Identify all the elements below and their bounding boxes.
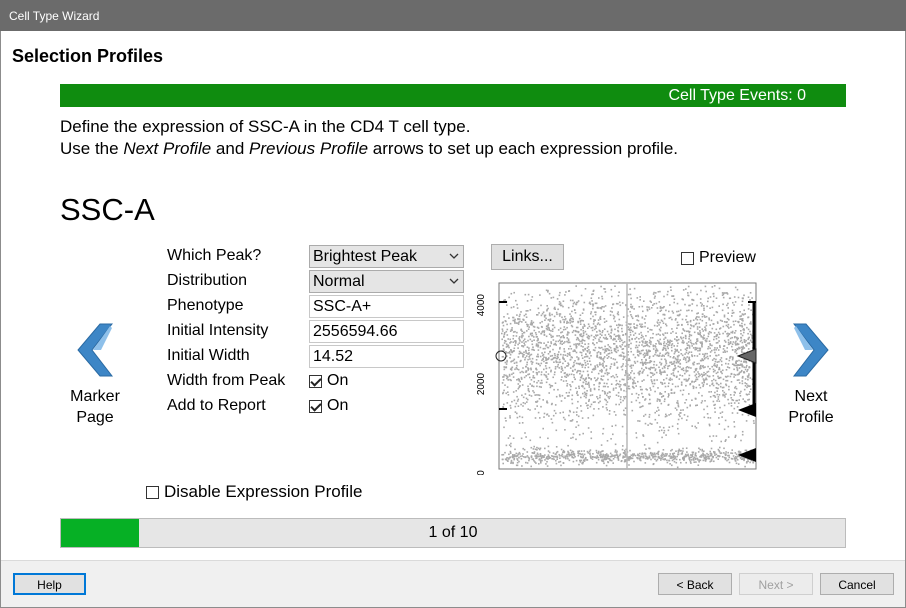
which-peak-select[interactable]: Brightest Peak: [309, 245, 464, 268]
disable-expression-profile-checkbox[interactable]: Disable Expression Profile: [146, 482, 362, 502]
instruction-previous-profile: Previous Profile: [249, 139, 369, 158]
chevron-down-icon: [449, 278, 459, 284]
checkbox-checked-icon: [309, 399, 322, 413]
marker-page-label-line1: Marker: [70, 388, 120, 405]
initial-intensity-label: Initial Intensity: [167, 322, 269, 339]
cell-type-events-label: Cell Type Events: 0: [668, 87, 806, 104]
chevron-down-icon: [449, 253, 459, 259]
disable-expression-profile-label: Disable Expression Profile: [164, 482, 363, 501]
title-bar: Cell Type Wizard: [0, 0, 906, 31]
next-button[interactable]: Next >: [739, 573, 813, 595]
cell-type-events-bar: Cell Type Events: 0: [60, 84, 846, 107]
profile-progress-bar: 1 of 10: [60, 518, 846, 548]
add-to-report-value: On: [327, 397, 349, 414]
parameter-title: SSC-A: [60, 192, 155, 227]
preview-checkbox[interactable]: Preview: [681, 249, 756, 267]
section-title: Selection Profiles: [12, 46, 164, 66]
instruction-text: Use the: [60, 139, 124, 158]
initial-width-label: Initial Width: [167, 347, 250, 364]
phenotype-input[interactable]: SSC-A+: [309, 295, 464, 318]
distribution-value: Normal: [313, 273, 365, 290]
next-profile-label-line1: Next: [794, 388, 828, 405]
cancel-button[interactable]: Cancel: [820, 573, 894, 595]
previous-arrow-icon[interactable]: [74, 322, 118, 378]
window-title: Cell Type Wizard: [9, 9, 100, 23]
wizard-footer: Help < Back Next > Cancel: [1, 560, 905, 607]
checkbox-unchecked-icon: [681, 251, 694, 265]
add-to-report-label: Add to Report: [167, 397, 266, 414]
phenotype-label: Phenotype: [167, 297, 244, 314]
next-arrow-icon[interactable]: [788, 322, 832, 378]
next-profile-button[interactable]: Next Profile: [776, 386, 846, 428]
ssc-a-scatter-plot[interactable]: 4000 2000 0: [470, 280, 770, 476]
initial-width-input[interactable]: 14.52: [309, 345, 464, 368]
links-button[interactable]: Links...: [491, 244, 564, 270]
initial-intensity-input[interactable]: 2556594.66: [309, 320, 464, 343]
checkbox-checked-icon: [309, 374, 322, 388]
y-tick-label-2000: 2000: [476, 372, 487, 395]
back-button[interactable]: < Back: [658, 573, 732, 595]
instruction-next-profile: Next Profile: [123, 139, 212, 158]
width-from-peak-label: Width from Peak: [167, 372, 286, 389]
marker-page-label-line2: Page: [76, 409, 114, 426]
scatter-plot-canvas: 4000 2000 0: [476, 282, 757, 476]
distribution-label: Distribution: [167, 272, 248, 289]
width-from-peak-value: On: [327, 372, 349, 389]
marker-page-button[interactable]: Marker Page: [60, 386, 130, 428]
width-from-peak-checkbox[interactable]: On: [309, 372, 348, 390]
which-peak-value: Brightest Peak: [313, 248, 418, 265]
next-profile-label-line2: Profile: [788, 409, 834, 426]
add-to-report-checkbox[interactable]: On: [309, 397, 348, 415]
instruction-line-2: Use the Next Profile and Previous Profil…: [60, 139, 678, 159]
instruction-line-1: Define the expression of SSC-A in the CD…: [60, 117, 471, 136]
instruction-text: arrows to set up each expression profile…: [368, 139, 678, 158]
checkbox-unchecked-icon: [146, 485, 159, 499]
which-peak-label: Which Peak?: [167, 247, 262, 264]
distribution-select[interactable]: Normal: [309, 270, 464, 293]
y-tick-label-0: 0: [476, 470, 487, 475]
y-tick-label-4000: 4000: [476, 294, 487, 317]
help-button[interactable]: Help: [13, 573, 86, 595]
instruction-text: and: [211, 139, 249, 158]
progress-text: 1 of 10: [428, 524, 478, 541]
preview-label: Preview: [699, 249, 756, 266]
